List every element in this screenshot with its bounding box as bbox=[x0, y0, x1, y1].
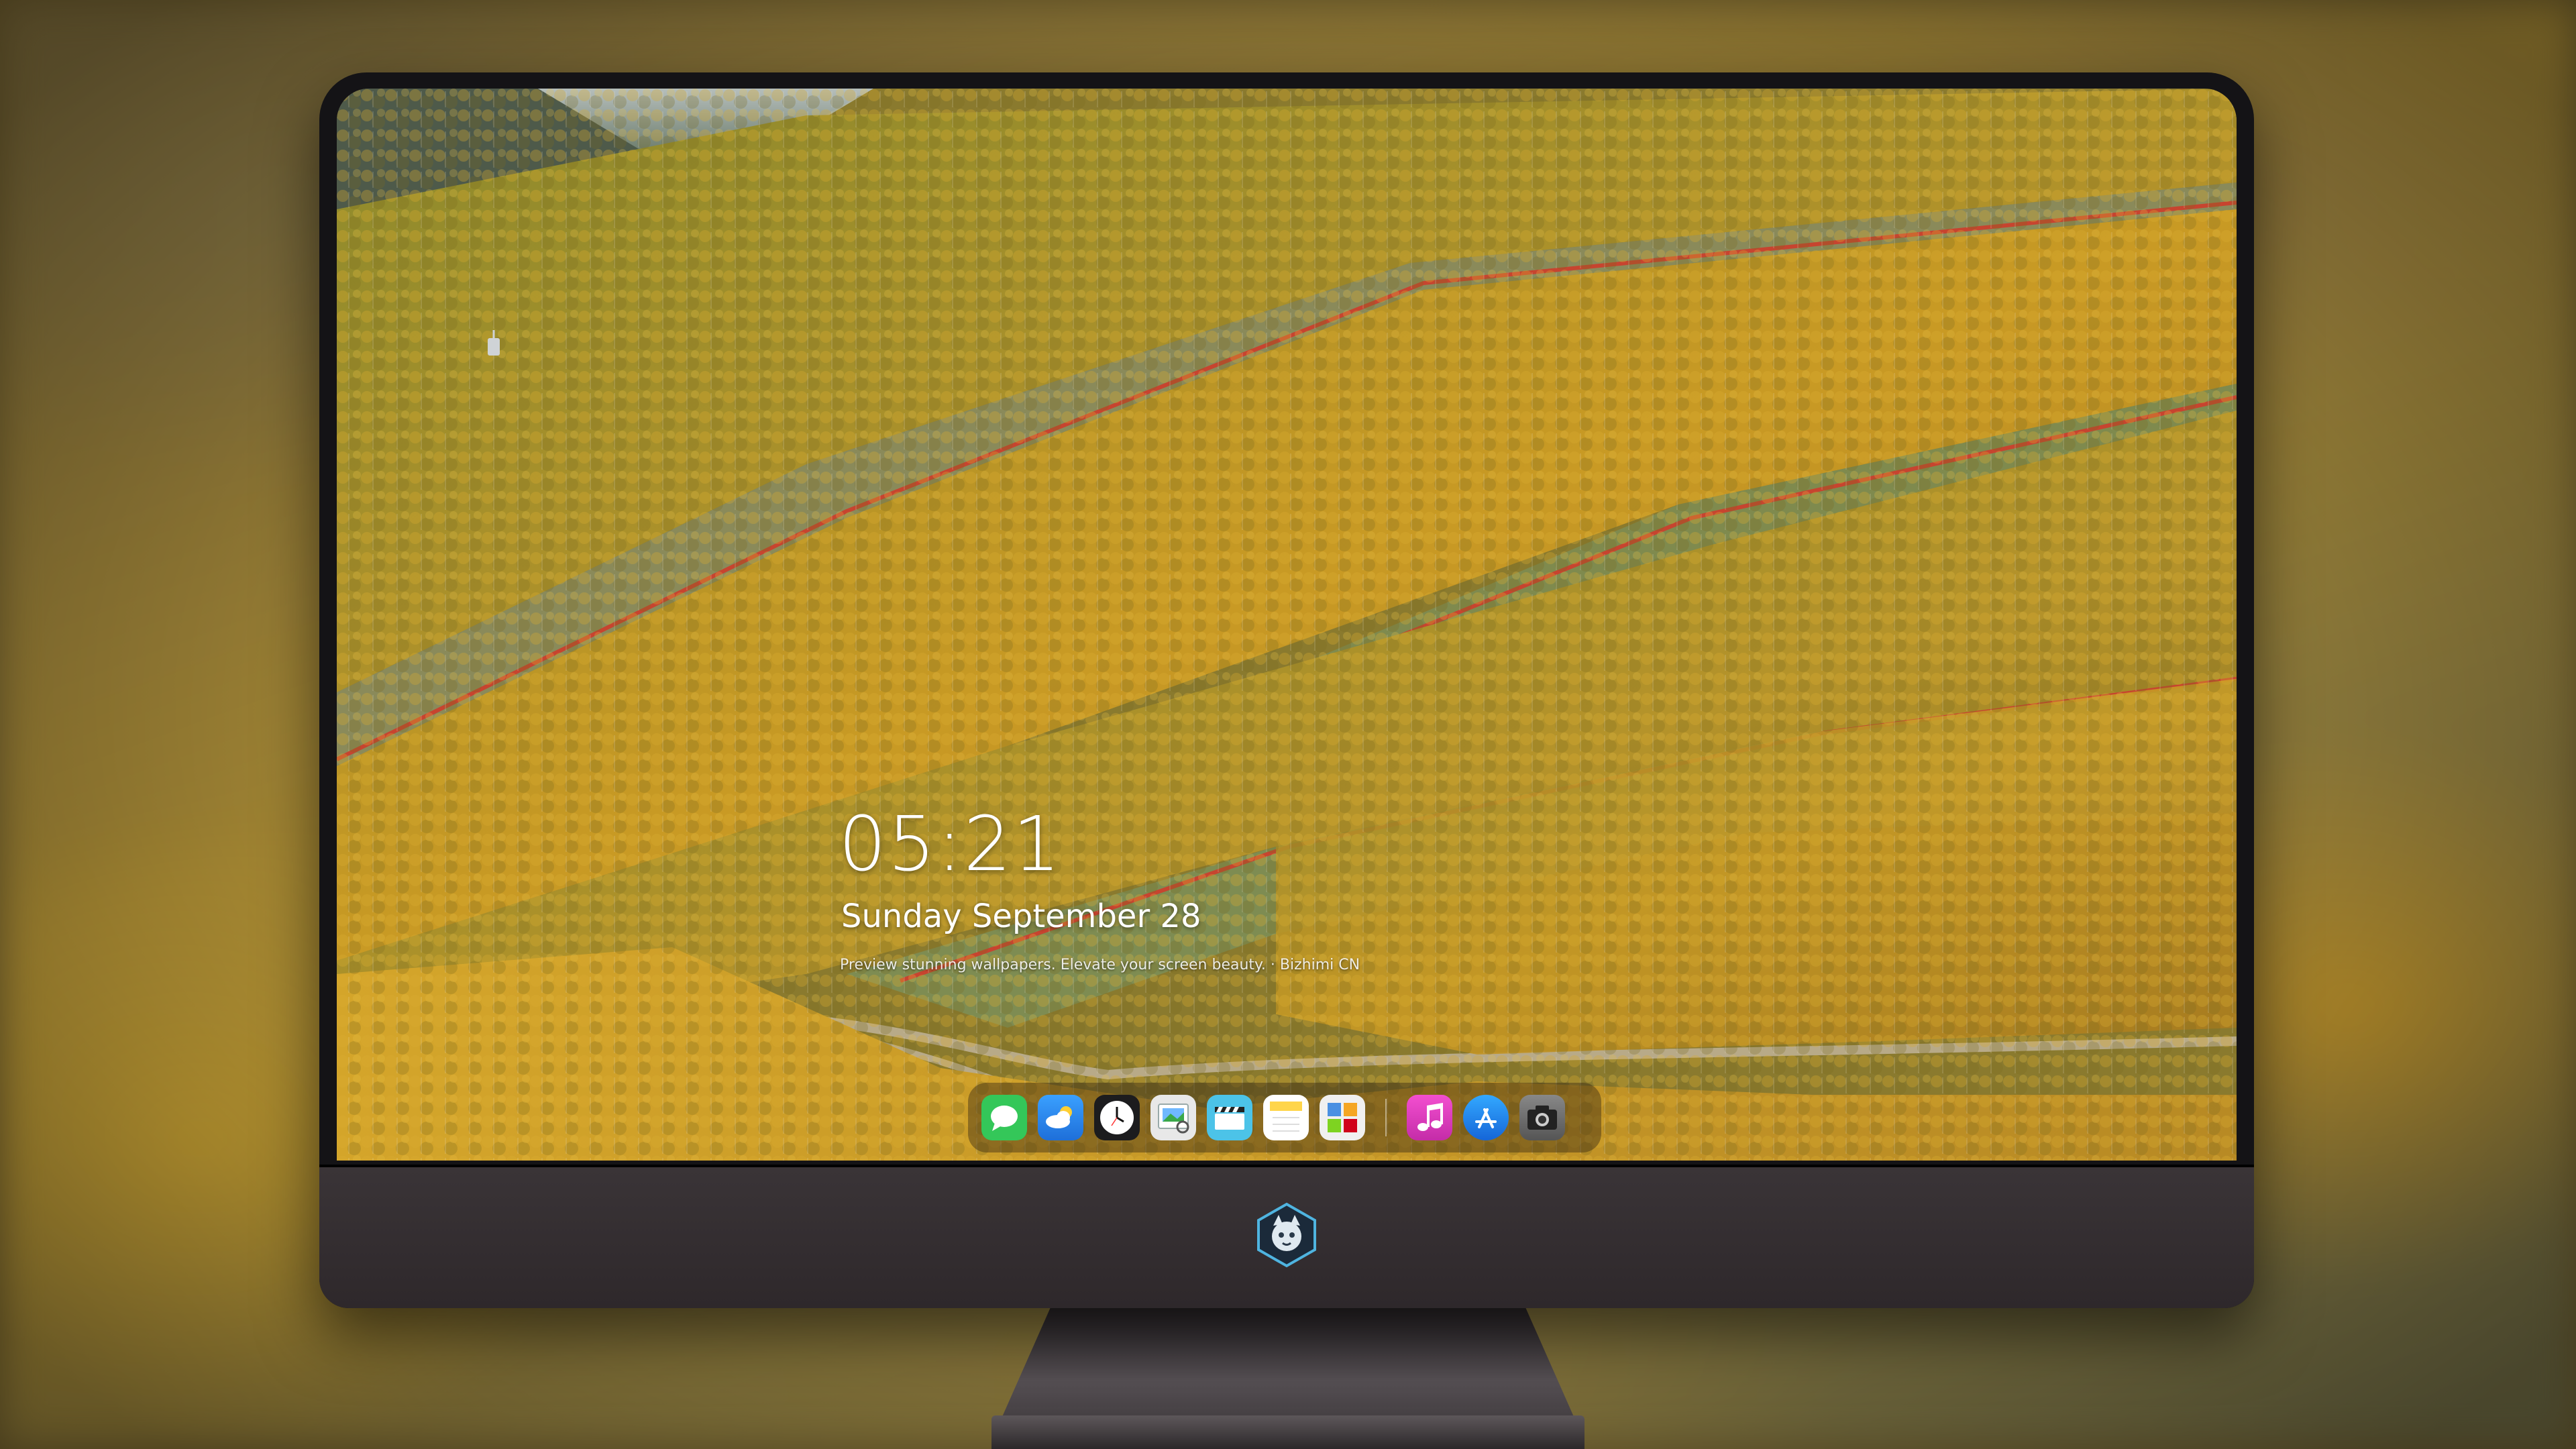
lock-clock: 05:21 bbox=[839, 801, 1062, 888]
clock-icon bbox=[1100, 1101, 1134, 1134]
message-bubble-icon bbox=[991, 1106, 1018, 1131]
camera-icon bbox=[1527, 1106, 1557, 1130]
wallpaper bbox=[337, 89, 2237, 1161]
dock bbox=[968, 1083, 1601, 1152]
lock-date: Sunday September 28 bbox=[841, 898, 1201, 935]
messages-app-icon[interactable] bbox=[981, 1095, 1027, 1140]
tagline-sep: · bbox=[1270, 957, 1280, 973]
photos-icon bbox=[1328, 1103, 1357, 1132]
app-store-icon bbox=[1475, 1108, 1497, 1128]
monitor-stand-base bbox=[991, 1415, 1585, 1449]
camera-app-icon[interactable] bbox=[1519, 1095, 1565, 1140]
tagline-text: Preview stunning wallpapers. Elevate you… bbox=[840, 957, 1266, 973]
screen: 05:21 Sunday September 28 Preview stunni… bbox=[337, 89, 2237, 1161]
cloud-icon bbox=[1046, 1106, 1072, 1128]
lock-tagline: Preview stunning wallpapers. Elevate you… bbox=[840, 957, 1360, 973]
music-app-icon[interactable] bbox=[1407, 1095, 1452, 1140]
notes-app-icon[interactable] bbox=[1263, 1095, 1309, 1140]
app-store-app-icon[interactable] bbox=[1463, 1095, 1509, 1140]
weather-app-icon[interactable] bbox=[1038, 1095, 1083, 1140]
preview-app-icon[interactable] bbox=[1150, 1095, 1196, 1140]
brand-logo bbox=[1257, 1202, 1316, 1268]
notes-icon bbox=[1270, 1102, 1302, 1132]
dock-separator bbox=[1385, 1099, 1387, 1136]
music-note-icon bbox=[1417, 1103, 1443, 1131]
tagline-source: Bizhimi CN bbox=[1279, 957, 1360, 973]
clock-app-icon[interactable] bbox=[1094, 1095, 1140, 1140]
photo-booth-app-icon[interactable] bbox=[1320, 1095, 1365, 1140]
clips-app-icon[interactable] bbox=[1207, 1095, 1252, 1140]
clapperboard-icon bbox=[1215, 1107, 1244, 1130]
preview-icon bbox=[1158, 1104, 1189, 1134]
